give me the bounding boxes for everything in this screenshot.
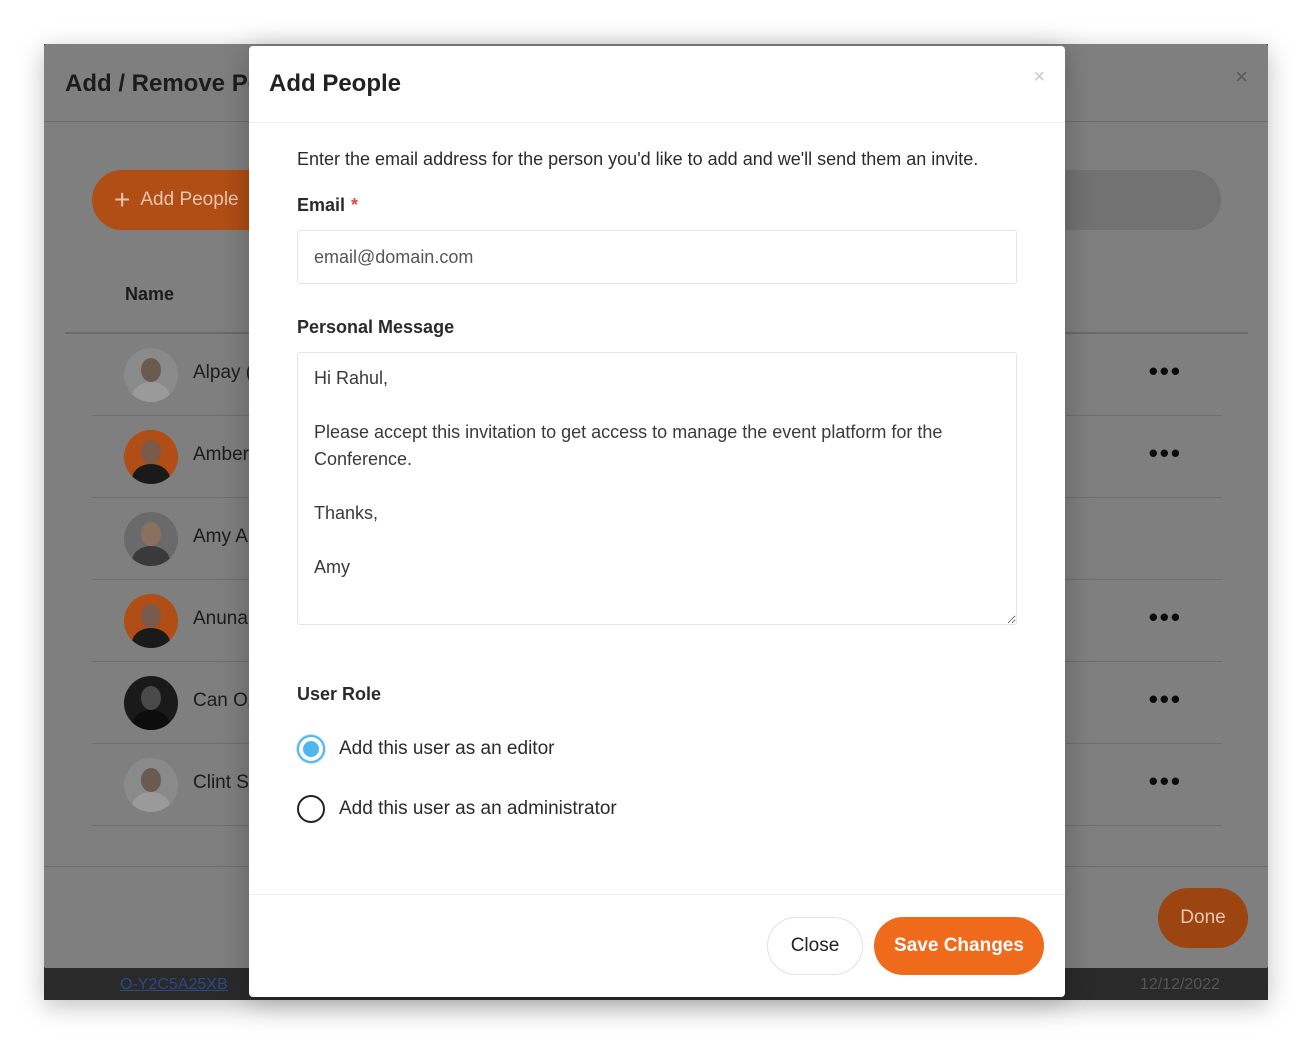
- more-options-icon: •••: [1148, 602, 1182, 632]
- order-date: 12/12/2022: [1139, 976, 1220, 993]
- person-name: Clint S: [193, 772, 249, 793]
- personal-message-label: Personal Message: [297, 317, 455, 337]
- avatar: [124, 430, 178, 484]
- done-button: Done: [1158, 888, 1248, 948]
- person-name: Amy A: [193, 526, 248, 547]
- dialog-title: Add People: [269, 70, 402, 97]
- email-label-text: Email: [297, 195, 346, 215]
- add-people-label: Add People: [140, 189, 239, 210]
- avatar: [124, 348, 178, 402]
- personal-message-textarea[interactable]: [297, 352, 1017, 625]
- email-label: Email *: [297, 195, 358, 216]
- intro-text: Enter the email address for the person y…: [297, 149, 979, 169]
- email-field[interactable]: [297, 230, 1017, 284]
- role-option-administrator[interactable]: Add this user as an administrator: [297, 795, 617, 823]
- editor-radio-label: Add this user as an editor: [339, 738, 555, 759]
- avatar: [124, 512, 178, 566]
- administrator-radio[interactable]: [297, 795, 325, 823]
- avatar: [124, 758, 178, 812]
- bg-close-icon: ×: [1235, 64, 1248, 89]
- avatar: [124, 676, 178, 730]
- avatar: [124, 594, 178, 648]
- person-name: Amber: [193, 444, 249, 465]
- name-column-header: Name: [125, 284, 175, 304]
- plus-icon: +: [114, 184, 131, 215]
- save-changes-button[interactable]: Save Changes: [874, 917, 1044, 975]
- person-name: Can Oz: [193, 690, 258, 711]
- dialog-footer: Close Save Changes: [249, 894, 1065, 997]
- bg-modal-title: Add / Remove Pe: [65, 70, 262, 97]
- person-name: Alpay (: [193, 362, 253, 383]
- more-options-icon: •••: [1148, 438, 1182, 468]
- dialog-header: Add People ×: [249, 46, 1065, 123]
- more-options-icon: •••: [1148, 766, 1182, 796]
- administrator-radio-label: Add this user as an administrator: [339, 798, 617, 819]
- role-option-editor[interactable]: Add this user as an editor: [297, 735, 554, 763]
- person-name: Anuna: [193, 608, 248, 629]
- editor-radio[interactable]: [297, 735, 325, 763]
- order-reference-link: O-Y2C5A25XB: [120, 976, 228, 993]
- close-button[interactable]: Close: [767, 917, 863, 975]
- user-role-label: User Role: [297, 684, 382, 704]
- close-icon[interactable]: ×: [1033, 66, 1045, 89]
- more-options-icon: •••: [1148, 356, 1182, 386]
- required-asterisk: *: [351, 195, 359, 215]
- add-people-dialog: Add People × Enter the email address for…: [249, 46, 1065, 997]
- more-options-icon: •••: [1148, 684, 1182, 714]
